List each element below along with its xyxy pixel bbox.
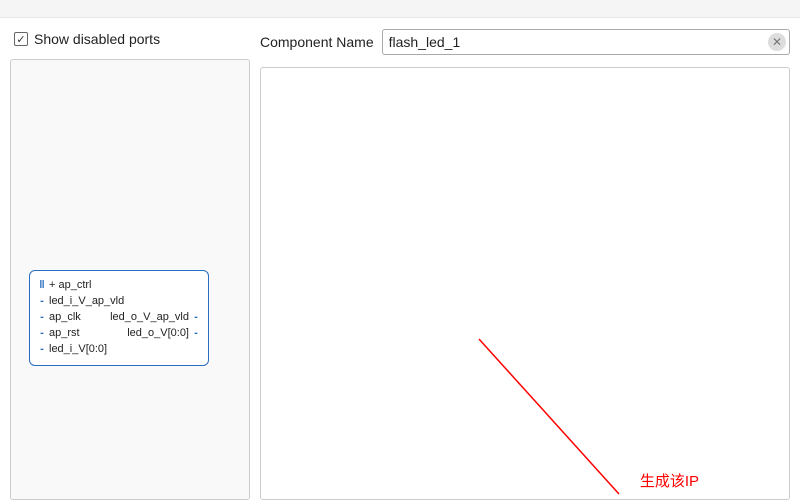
component-name-label: Component Name — [260, 34, 374, 50]
bus-port-icon: ‖ — [38, 277, 46, 293]
component-name-input[interactable] — [382, 29, 790, 55]
annotation-text: 生成该IP — [640, 470, 699, 491]
output-port-icon: - — [192, 325, 200, 341]
port-label: led_i_V[0:0] — [49, 341, 107, 357]
port-label: led_o_V[0:0] — [127, 325, 189, 341]
annotation-arrow-icon — [439, 299, 639, 499]
output-port-icon: - — [192, 309, 200, 325]
clear-icon[interactable]: ✕ — [768, 33, 786, 51]
port-label: led_o_V_ap_vld — [110, 309, 189, 325]
component-name-row: Component Name ✕ — [260, 25, 790, 59]
input-port-icon: - — [38, 341, 46, 357]
port-label: ap_rst — [49, 325, 80, 341]
right-pane: Component Name ✕ 生成该IP — [260, 25, 790, 500]
input-port-icon: - — [38, 309, 46, 325]
ip-preview-area[interactable]: ‖ + ap_ctrl - led_i_V_ap_vld - ap_clk — [10, 59, 250, 500]
port-label: + ap_ctrl — [49, 277, 92, 293]
port-label: ap_clk — [49, 309, 81, 325]
component-name-input-wrapper: ✕ — [382, 29, 790, 55]
left-pane: ✓ Show disabled ports ‖ + ap_ctrl - led_… — [10, 25, 250, 500]
ip-block[interactable]: ‖ + ap_ctrl - led_i_V_ap_vld - ap_clk — [29, 270, 209, 366]
config-content-area[interactable]: 生成该IP — [260, 67, 790, 500]
port-label: led_i_V_ap_vld — [49, 293, 124, 309]
show-disabled-ports-checkbox[interactable]: ✓ Show disabled ports — [10, 25, 250, 53]
input-port-icon: - — [38, 325, 46, 341]
checkbox-label: Show disabled ports — [34, 31, 160, 47]
input-port-icon: - — [38, 293, 46, 309]
top-bar — [0, 0, 800, 18]
checkbox-icon: ✓ — [14, 32, 28, 46]
main-area: ✓ Show disabled ports ‖ + ap_ctrl - led_… — [10, 25, 790, 500]
